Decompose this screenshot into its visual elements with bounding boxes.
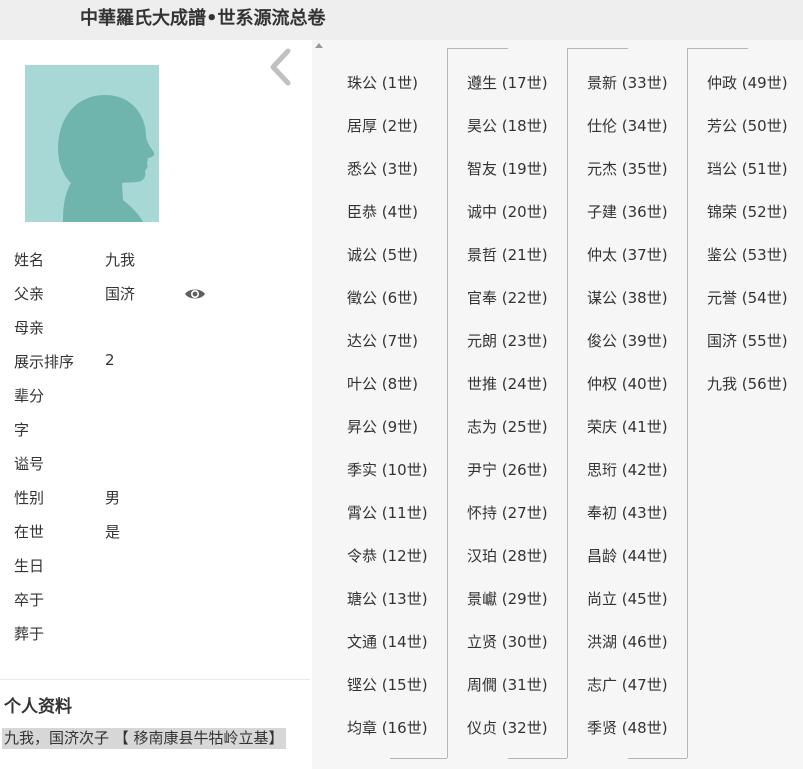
scroll-up-arrow-icon[interactable] <box>315 43 323 48</box>
generation-link[interactable]: 子建 (36世) <box>587 201 668 223</box>
generation-link[interactable]: 霄公 (11世) <box>347 502 428 524</box>
generation-link[interactable]: 思珩 (42世) <box>587 459 668 481</box>
info-label: 辈分 <box>14 387 45 405</box>
generation-link[interactable]: 季贤 (48世) <box>587 717 668 739</box>
app-header: 中華羅氏大成譜•世系源流总卷 <box>0 0 803 40</box>
generation-link[interactable]: 志为 (25世) <box>467 416 548 438</box>
info-value: 九我 <box>105 251 136 269</box>
generation-link[interactable]: 诚公 (5世) <box>347 244 418 266</box>
generation-link[interactable]: 洪湖 (46世) <box>587 631 668 653</box>
generation-link[interactable]: 景巘 (29世) <box>467 588 548 610</box>
generation-link[interactable]: 芳公 (50世) <box>707 115 788 137</box>
info-label: 母亲 <box>14 319 45 337</box>
column-bracket <box>687 48 748 49</box>
generation-link[interactable]: 荣庆 (41世) <box>587 416 668 438</box>
generation-link[interactable]: 九我 (56世) <box>707 373 788 395</box>
info-label: 姓名 <box>14 251 45 269</box>
generation-link[interactable]: 昇公 (9世) <box>347 416 418 438</box>
generation-link[interactable]: 昌龄 (44世) <box>587 545 668 567</box>
info-label: 生日 <box>14 557 45 575</box>
profile-title: 个人资料 <box>4 697 72 717</box>
profile-text: 九我，国济次子 【 移南康县牛牯岭立基】 <box>2 728 286 749</box>
column-separator <box>447 48 448 758</box>
info-label: 性别 <box>14 489 45 507</box>
generation-link[interactable]: 仕伦 (34世) <box>587 115 668 137</box>
info-label: 葬于 <box>14 625 45 643</box>
generation-link[interactable]: 景哲 (21世) <box>467 244 548 266</box>
column-bracket <box>567 48 628 49</box>
generation-link[interactable]: 珠公 (1世) <box>347 72 418 94</box>
generation-link[interactable]: 瑭公 (13世) <box>347 588 428 610</box>
generation-link[interactable]: 元誉 (54世) <box>707 287 788 309</box>
generation-link[interactable]: 徵公 (6世) <box>347 287 418 309</box>
info-label: 展示排序 <box>14 353 75 371</box>
generation-link[interactable]: 奉初 (43世) <box>587 502 668 524</box>
generation-link[interactable]: 世推 (24世) <box>467 373 548 395</box>
generation-link[interactable]: 诚中 (20世) <box>467 201 548 223</box>
generation-link[interactable]: 居厚 (2世) <box>347 115 418 137</box>
lineage-panel[interactable] <box>312 40 803 769</box>
generation-link[interactable]: 尹宁 (26世) <box>467 459 548 481</box>
column-bracket <box>628 758 687 759</box>
generation-link[interactable]: 遵生 (17世) <box>467 72 548 94</box>
generation-link[interactable]: 仪贞 (32世) <box>467 717 548 739</box>
view-father-button[interactable] <box>184 286 206 300</box>
avatar-silhouette-icon <box>58 95 155 222</box>
generation-link[interactable]: 周僩 (31世) <box>467 674 548 696</box>
generation-link[interactable]: 怀持 (27世) <box>467 502 548 524</box>
generation-link[interactable]: 智友 (19世) <box>467 158 548 180</box>
info-label: 谥号 <box>14 455 45 473</box>
generation-link[interactable]: 景新 (33世) <box>587 72 668 94</box>
back-button[interactable] <box>268 48 300 88</box>
generation-link[interactable]: 国济 (55世) <box>707 330 788 352</box>
info-value: 男 <box>105 489 121 507</box>
generation-link[interactable]: 珰公 (51世) <box>707 158 788 180</box>
generation-link[interactable]: 季实 (10世) <box>347 459 428 481</box>
generation-link[interactable]: 达公 (7世) <box>347 330 418 352</box>
generation-link[interactable]: 昊公 (18世) <box>467 115 548 137</box>
info-label: 在世 <box>14 523 45 541</box>
avatar <box>25 65 159 222</box>
generation-link[interactable]: 仲太 (37世) <box>587 244 668 266</box>
generation-link[interactable]: 尚立 (45世) <box>587 588 668 610</box>
generation-link[interactable]: 元杰 (35世) <box>587 158 668 180</box>
info-value: 是 <box>105 523 121 541</box>
generation-link[interactable]: 叶公 (8世) <box>347 373 418 395</box>
generation-link[interactable]: 谋公 (38世) <box>587 287 668 309</box>
generation-link[interactable]: 汉珀 (28世) <box>467 545 548 567</box>
generation-link[interactable]: 悉公 (3世) <box>347 158 418 180</box>
generation-link[interactable]: 仲权 (40世) <box>587 373 668 395</box>
column-bracket <box>447 48 508 49</box>
info-label: 卒于 <box>14 591 45 609</box>
info-label: 字 <box>14 421 30 439</box>
generation-link[interactable]: 锦荣 (52世) <box>707 201 788 223</box>
column-bracket <box>508 758 567 759</box>
generation-link[interactable]: 官奉 (22世) <box>467 287 548 309</box>
generation-link[interactable]: 元朗 (23世) <box>467 330 548 352</box>
generation-link[interactable]: 臣恭 (4世) <box>347 201 418 223</box>
generation-link[interactable]: 均章 (16世) <box>347 717 428 739</box>
generation-link[interactable]: 令恭 (12世) <box>347 545 428 567</box>
generation-link[interactable]: 铿公 (15世) <box>347 674 428 696</box>
generation-link[interactable]: 鉴公 (53世) <box>707 244 788 266</box>
generation-link[interactable]: 志广 (47世) <box>587 674 668 696</box>
generation-link[interactable]: 俊公 (39世) <box>587 330 668 352</box>
divider <box>0 679 310 680</box>
generation-link[interactable]: 立贤 (30世) <box>467 631 548 653</box>
info-value: 2 <box>105 351 115 369</box>
generation-link[interactable]: 文通 (14世) <box>347 631 428 653</box>
page-title: 中華羅氏大成譜•世系源流总卷 <box>80 8 326 29</box>
info-label: 父亲 <box>14 285 45 303</box>
column-separator <box>687 48 688 758</box>
info-value: 国济 <box>105 285 136 303</box>
column-separator <box>567 48 568 758</box>
generation-link[interactable]: 仲政 (49世) <box>707 72 788 94</box>
chevron-left-icon <box>270 48 291 86</box>
eye-icon <box>185 289 205 299</box>
column-bracket <box>390 758 447 759</box>
